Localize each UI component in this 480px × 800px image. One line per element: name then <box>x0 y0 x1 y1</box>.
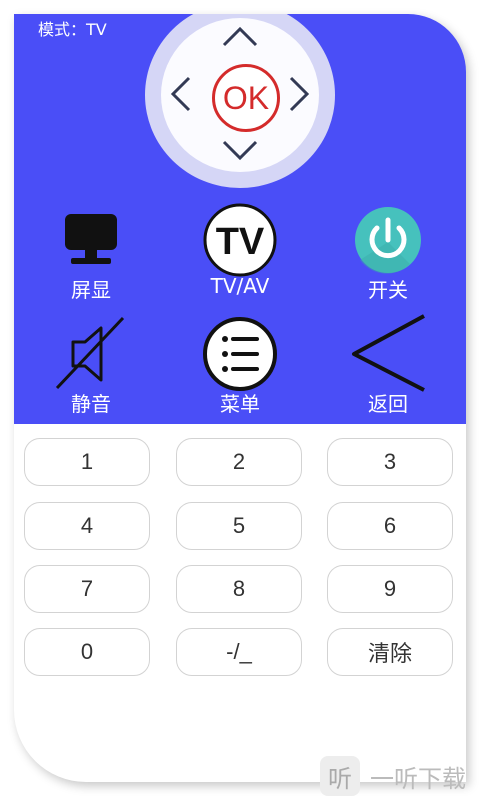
power-button[interactable]: 开关 <box>328 200 448 303</box>
key-7[interactable]: 7 <box>24 565 150 613</box>
menu-icon <box>200 314 280 394</box>
control-area: 模式：TV OK 屏显 TV TV/AV 开关 静音 菜单 返回 <box>14 14 466 424</box>
key-3[interactable]: 3 <box>327 438 453 486</box>
right-arrow-icon[interactable] <box>287 74 311 114</box>
ok-button[interactable]: OK <box>212 64 280 132</box>
key-dash-underscore[interactable]: -/_ <box>176 628 302 676</box>
menu-label: 菜单 <box>220 392 260 416</box>
mute-button[interactable]: 静音 <box>31 314 151 417</box>
mute-label: 静音 <box>71 392 111 416</box>
menu-button[interactable]: 菜单 <box>180 314 300 417</box>
tv-av-label: TV/AV <box>210 274 270 298</box>
tv-av-icon: TV <box>200 200 280 280</box>
key-8[interactable]: 8 <box>176 565 302 613</box>
dpad: OK <box>145 14 335 188</box>
down-arrow-icon[interactable] <box>220 138 260 162</box>
key-2[interactable]: 2 <box>176 438 302 486</box>
back-icon <box>348 314 428 394</box>
clear-button[interactable]: 清除 <box>327 628 453 676</box>
monitor-icon <box>51 200 131 280</box>
display-button[interactable]: 屏显 <box>31 200 151 303</box>
up-arrow-icon[interactable] <box>220 25 260 49</box>
power-label: 开关 <box>368 278 408 302</box>
key-6[interactable]: 6 <box>327 502 453 550</box>
key-9[interactable]: 9 <box>327 565 453 613</box>
back-button[interactable]: 返回 <box>328 314 448 417</box>
ok-label: OK <box>222 79 270 116</box>
tv-av-button[interactable]: TV TV/AV <box>180 200 300 298</box>
remote-panel: 模式：TV OK 屏显 TV TV/AV 开关 静音 菜单 返回 1 2 3 4… <box>14 14 466 782</box>
display-label: 屏显 <box>71 278 111 302</box>
watermark-text: 一听下载 <box>370 764 466 793</box>
key-0[interactable]: 0 <box>24 628 150 676</box>
key-5[interactable]: 5 <box>176 502 302 550</box>
tv-icon-text: TV <box>216 221 265 263</box>
mode-label: 模式：TV <box>38 20 107 39</box>
key-1[interactable]: 1 <box>24 438 150 486</box>
key-4[interactable]: 4 <box>24 502 150 550</box>
watermark: 听 一听下载 <box>320 756 466 796</box>
back-label: 返回 <box>368 392 408 416</box>
watermark-logo: 听 <box>320 756 360 796</box>
left-arrow-icon[interactable] <box>169 74 193 114</box>
power-icon <box>348 200 428 280</box>
mute-icon <box>51 314 131 394</box>
dpad-face: OK <box>161 18 319 172</box>
